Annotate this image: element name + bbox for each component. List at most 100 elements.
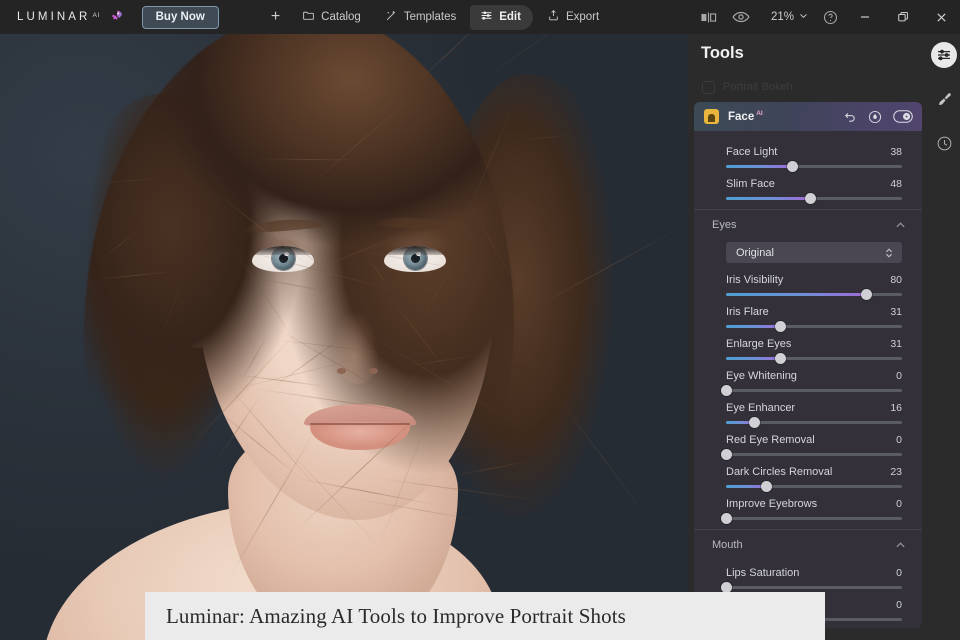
nostril-right <box>369 368 378 374</box>
catalog-button[interactable]: Catalog <box>292 4 371 30</box>
chevron-up-icon[interactable] <box>895 220 906 231</box>
right-rail <box>928 34 960 640</box>
tools-scroll-area[interactable]: Portrait Bokeh Face AI Face Light 38 Sli… <box>688 72 928 640</box>
face-sliders-group: Face Light 38 Slim Face 48 <box>694 139 922 203</box>
portrait-bokeh-label: Portrait Bokeh <box>723 81 793 93</box>
slider-header: Face Light 38 <box>726 146 902 158</box>
chevron-up-icon[interactable] <box>895 540 906 551</box>
templates-sparkle-icon <box>385 9 398 25</box>
rail-sliders-icon[interactable] <box>931 42 957 68</box>
split-view-icon[interactable] <box>693 0 725 34</box>
slider-row[interactable]: Red Eye Removal 0 <box>694 427 922 459</box>
eye-left <box>252 246 314 272</box>
buy-now-button[interactable]: Buy Now <box>142 6 219 29</box>
toolbar-main-group: + Catalog Templates Edit Export <box>263 4 609 30</box>
slider-track[interactable] <box>726 421 902 424</box>
ai-badge: AI <box>756 110 763 117</box>
slider-value: 0 <box>896 498 902 510</box>
close-button[interactable] <box>922 0 960 34</box>
section-name: Mouth <box>712 539 743 551</box>
slider-header: Dark Circles Removal 23 <box>726 466 902 478</box>
tools-panel: Tools Portrait Bokeh Face AI Face Light … <box>688 34 928 640</box>
slider-label: Slim Face <box>726 178 775 190</box>
slider-track[interactable] <box>726 325 902 328</box>
slider-track[interactable] <box>726 357 902 360</box>
face-tool-body: Face Light 38 Slim Face 48 Eyes Original Iris… <box>694 131 922 628</box>
hair <box>84 34 514 572</box>
slider-header: Enlarge Eyes 31 <box>726 338 902 350</box>
slider-header: Iris Visibility 80 <box>726 274 902 286</box>
slider-track[interactable] <box>726 453 902 456</box>
slider-track[interactable] <box>726 293 902 296</box>
slider-label: Eye Enhancer <box>726 402 795 414</box>
slider-knob[interactable] <box>721 513 732 524</box>
slider-row[interactable]: Enlarge Eyes 31 <box>694 331 922 363</box>
slider-fill <box>726 165 793 168</box>
zoom-level-selector[interactable]: 21% <box>757 11 814 23</box>
face-tool-header[interactable]: Face AI <box>694 102 922 131</box>
slider-row[interactable]: Eye Enhancer 16 <box>694 395 922 427</box>
slider-track[interactable] <box>726 165 902 168</box>
slider-row[interactable]: Lips Saturation 0 <box>694 560 922 592</box>
slider-row[interactable]: Dark Circles Removal 23 <box>694 459 922 491</box>
slider-value: 31 <box>890 338 902 350</box>
slider-row[interactable]: Iris Flare 31 <box>694 299 922 331</box>
page-title: Tools <box>701 44 744 63</box>
slider-row[interactable]: Eye Whitening 0 <box>694 363 922 395</box>
export-icon <box>547 9 560 25</box>
slider-value: 0 <box>896 434 902 446</box>
slider-value: 0 <box>896 567 902 579</box>
slider-knob[interactable] <box>775 353 786 364</box>
slider-track[interactable] <box>726 517 902 520</box>
slider-knob[interactable] <box>761 481 772 492</box>
slider-header: Slim Face 48 <box>726 178 902 190</box>
tool-item-portrait-bokeh[interactable]: Portrait Bokeh <box>694 72 922 102</box>
face-tool-actions <box>843 110 913 124</box>
minimize-button[interactable] <box>846 0 884 34</box>
slider-row[interactable]: Face Light 38 <box>694 139 922 171</box>
tab-edit[interactable]: Edit <box>470 5 533 30</box>
section-header[interactable]: Eyes <box>694 210 922 240</box>
help-circle-icon[interactable] <box>814 0 846 34</box>
slider-label: Iris Visibility <box>726 274 783 286</box>
lips <box>304 404 416 452</box>
section-preset-dropdown[interactable]: Original <box>726 242 902 263</box>
export-button[interactable]: Export <box>537 4 609 30</box>
app-logo: LUMINAR AI <box>17 11 101 23</box>
updown-chevron-icon <box>884 247 894 259</box>
caption-banner: Luminar: Amazing AI Tools to Improve Por… <box>145 592 825 640</box>
mask-icon[interactable] <box>868 110 882 124</box>
add-button[interactable]: + <box>263 4 288 30</box>
slider-track[interactable] <box>726 586 902 589</box>
slider-knob[interactable] <box>805 193 816 204</box>
slider-row[interactable]: Slim Face 48 <box>694 171 922 203</box>
edit-label: Edit <box>499 11 521 23</box>
image-canvas[interactable] <box>0 34 688 640</box>
logo-text: LUMINAR <box>17 11 90 23</box>
portrait-bokeh-icon <box>702 81 715 94</box>
slider-knob[interactable] <box>721 385 732 396</box>
slider-value: 38 <box>890 146 902 158</box>
slider-track[interactable] <box>726 389 902 392</box>
slider-knob[interactable] <box>721 449 732 460</box>
slider-value: 80 <box>890 274 902 286</box>
templates-button[interactable]: Templates <box>375 4 466 30</box>
section-header[interactable]: Mouth <box>694 530 922 560</box>
slider-row[interactable]: Iris Visibility 80 <box>694 267 922 299</box>
restore-window-button[interactable] <box>884 0 922 34</box>
slider-header: Red Eye Removal 0 <box>726 434 902 446</box>
lip-line <box>310 423 410 425</box>
undo-icon[interactable] <box>843 110 857 124</box>
rail-brush-icon[interactable] <box>931 86 957 112</box>
catalog-label: Catalog <box>321 11 361 23</box>
visibility-toggle-icon[interactable] <box>893 110 913 123</box>
rail-history-clock-icon[interactable] <box>931 130 957 156</box>
slider-knob[interactable] <box>775 321 786 332</box>
slider-knob[interactable] <box>749 417 760 428</box>
slider-track[interactable] <box>726 485 902 488</box>
slider-label: Red Eye Removal <box>726 434 815 446</box>
slider-track[interactable] <box>726 197 902 200</box>
slider-row[interactable]: Improve Eyebrows 0 <box>694 491 922 523</box>
eye-icon[interactable] <box>725 0 757 34</box>
caption-text: Luminar: Amazing AI Tools to Improve Por… <box>166 604 626 629</box>
